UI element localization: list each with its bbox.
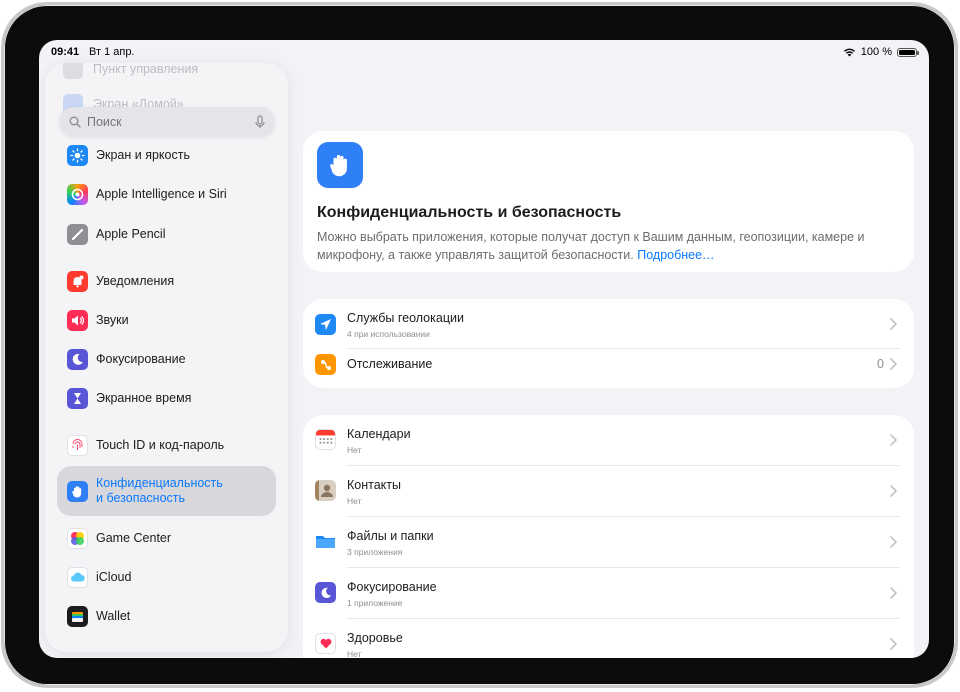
row-subtitle: Нет [347,649,362,658]
sidebar-item-label: Touch ID и код-пароль [96,438,225,452]
search-input[interactable] [87,115,255,129]
chevron-right-icon [890,536,897,548]
sidebar-item-icloud[interactable]: iCloud [57,559,276,595]
tracking-icon [315,354,336,375]
ipad-frame: 09:41 Вт 1 апр. 100 % Пункт управления Э… [1,2,958,688]
chevron-right-icon [890,318,897,330]
sidebar-item-game-center[interactable]: Game Center [57,520,276,556]
row-title: Отслеживание [347,357,433,371]
status-bar: 09:41 Вт 1 апр. 100 % [39,40,929,64]
sidebar-item-label: Фокусирование [96,352,186,366]
battery-icon [897,47,919,57]
sidebar-item-touch-id[interactable]: Touch ID и код-пароль [57,427,276,463]
sidebar-item-label: Пункт управления [93,63,199,76]
sidebar-item-apple-intelligence[interactable]: Apple Intelligence и Siri [57,176,276,212]
row-subtitle: Нет [347,445,362,455]
privacy-header-card: Конфиденциальность и безопасность Можно … [303,131,914,272]
search-field[interactable] [59,107,275,137]
sidebar: Пункт управления Экран «Домой» Экран и я… [45,63,288,652]
learn-more-link[interactable]: Подробнее… [637,248,714,262]
row-subtitle: Нет [347,496,362,506]
wifi-icon [843,48,855,57]
row-tracking[interactable]: Отслеживание 0 [303,344,914,388]
label-line-1: Конфиденциальность [96,476,223,490]
row-calendars[interactable]: Календари Нет [303,415,914,465]
status-right: 100 % [843,46,919,58]
sidebar-item-label: Уведомления [96,274,175,288]
sidebar-item-screen-time[interactable]: Экранное время [57,380,276,416]
cloud-icon [67,566,88,588]
row-health[interactable]: Здоровье Нет [303,619,914,658]
heart-icon [315,633,336,654]
sidebar-item-focus[interactable]: Фокусирование [57,341,276,377]
sidebar-item-label: Wallet [96,609,131,623]
sidebar-item-label: Конфиденциальность и безопасность [96,476,223,506]
sidebar-item-display[interactable]: Экран и яркость [57,137,276,173]
location-arrow-icon [315,314,336,335]
row-title: Контакты [347,478,401,492]
sidebar-item-sounds[interactable]: Звуки [57,302,276,338]
sidebar-item-label: Game Center [96,531,172,545]
search-icon [69,116,81,128]
hourglass-icon [67,387,88,409]
row-files-folders[interactable]: Файлы и папки 3 приложения [303,517,914,567]
row-title: Календари [347,427,411,441]
hand-icon [317,142,363,188]
sidebar-item-label: Экранное время [96,391,192,405]
row-subtitle: 4 при использовании [347,329,430,339]
label-line-2: и безопасность [96,491,186,505]
status-time: 09:41 [51,46,80,58]
screen: 09:41 Вт 1 апр. 100 % Пункт управления Э… [39,40,929,658]
chevron-right-icon [890,485,897,497]
moon-icon [315,582,336,603]
calendar-icon [315,429,336,450]
location-tracking-group: Службы геолокации 4 при использовании От… [303,299,914,388]
fingerprint-icon [67,434,88,456]
wallet-icon [67,605,88,627]
chevron-right-icon [890,358,897,370]
row-title: Файлы и папки [347,529,434,543]
row-contacts[interactable]: Контакты Нет [303,466,914,516]
moon-icon [67,348,88,370]
sun-icon [67,144,88,166]
sidebar-item-label: Apple Pencil [96,227,166,241]
battery-percent: 100 % [860,46,892,58]
hand-icon [67,480,88,502]
contacts-icon [315,480,336,501]
siri-icon [67,183,88,205]
row-focus[interactable]: Фокусирование 1 приложение [303,568,914,618]
row-title: Здоровье [347,631,403,645]
sidebar-item-label: iCloud [96,570,132,584]
chevron-right-icon [890,638,897,650]
sidebar-item-label: Звуки [96,313,129,327]
sidebar-item-wallet[interactable]: Wallet [57,598,276,634]
sidebar-item-control-center[interactable]: Пункт управления [63,63,198,79]
microphone-icon[interactable] [255,115,265,129]
pencil-icon [67,223,88,245]
row-location-services[interactable]: Службы геолокации 4 при использовании [303,299,914,349]
description-text: Можно выбрать приложения, которые получа… [317,230,865,262]
page-description: Можно выбрать приложения, которые получа… [317,228,897,264]
page-title: Конфиденциальность и безопасность [317,204,622,221]
game-center-icon [67,527,88,549]
row-title: Фокусирование [347,580,437,594]
bell-icon [67,270,88,292]
chevron-right-icon [890,434,897,446]
chevron-right-icon [890,587,897,599]
row-subtitle: 1 приложение [347,598,403,608]
app-permissions-group: Календари Нет Контакты Нет Файлы и папки… [303,415,914,658]
row-value: 0 [877,357,884,371]
speaker-icon [67,309,88,331]
folder-icon [315,531,336,552]
sidebar-item-apple-pencil[interactable]: Apple Pencil [57,216,276,252]
sidebar-item-label: Экран и яркость [96,148,190,162]
status-date: Вт 1 апр. [89,46,135,58]
sidebar-item-notifications[interactable]: Уведомления [57,263,276,299]
control-center-icon [63,63,83,79]
row-title: Службы геолокации [347,311,464,325]
sidebar-item-privacy[interactable]: Конфиденциальность и безопасность [57,466,276,516]
sidebar-item-label: Apple Intelligence и Siri [96,187,227,201]
row-subtitle: 3 приложения [347,547,403,557]
